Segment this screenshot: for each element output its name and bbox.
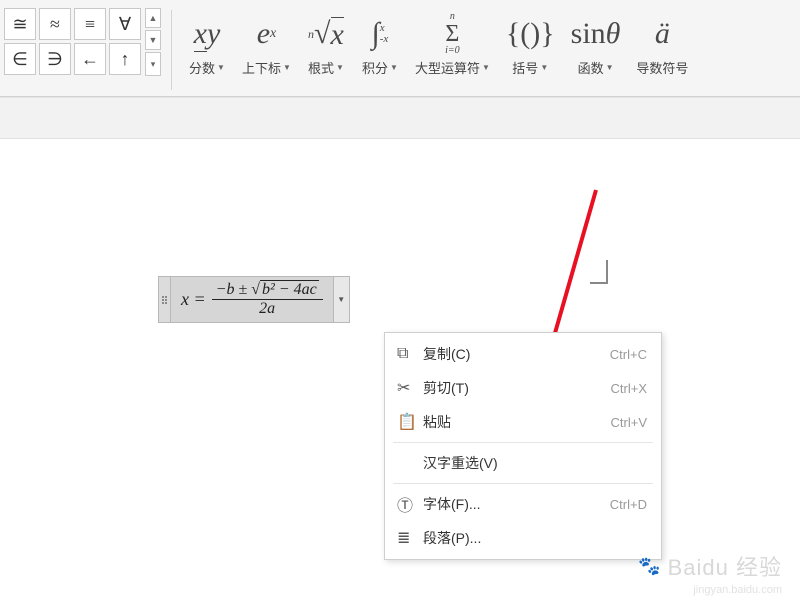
menu-separator [393, 442, 653, 443]
symbol-approx[interactable]: ≈ [39, 8, 71, 40]
integral-button[interactable]: ∫x-x 积分▼ [355, 8, 405, 92]
paragraph-icon: ≣ [397, 528, 423, 548]
symbol-element[interactable]: ∈ [4, 43, 36, 75]
scroll-down-icon[interactable]: ▼ [145, 30, 161, 50]
equation-options-dropdown[interactable]: ▼ [334, 276, 350, 323]
radical-button[interactable]: n√x 根式▼ [301, 8, 351, 92]
symbol-left-arrow[interactable]: ← [74, 43, 106, 75]
integral-label: 积分 [362, 58, 388, 77]
script-button[interactable]: ex 上下标▼ [236, 8, 297, 92]
chevron-down-icon: ▼ [336, 63, 344, 72]
font-icon: Ⓣ [397, 492, 423, 516]
symbol-up-arrow[interactable]: ↑ [109, 43, 141, 75]
chevron-down-icon: ▼ [390, 63, 398, 72]
cut-icon: ✂ [397, 378, 423, 398]
accent-label: 导数符号 [636, 58, 688, 77]
paste-icon: 📋 [397, 412, 423, 432]
paw-icon: 🐾 [638, 556, 661, 577]
fraction-button[interactable]: xy 分数▼ [182, 8, 232, 92]
fraction-icon: xy [194, 10, 221, 58]
chevron-down-icon: ▼ [482, 63, 490, 72]
text-cursor [590, 260, 608, 284]
equation-body[interactable]: x = −b ± b² − 4ac 2a [170, 276, 334, 323]
menu-paste-label: 粘贴 [423, 412, 611, 432]
scroll-more-icon[interactable]: ▾ [145, 52, 161, 76]
menu-paragraph-label: 段落(P)... [423, 528, 647, 548]
symbol-palette: ≅ ≈ ≡ ∀ ∈ ∋ ← ↑ [4, 8, 141, 92]
copy-icon: ⧉ [397, 345, 423, 363]
sqrt-icon [251, 281, 260, 298]
menu-cut[interactable]: ✂ 剪切(T) Ctrl+X [385, 371, 661, 405]
menu-separator [393, 483, 653, 484]
menu-font[interactable]: Ⓣ 字体(F)... Ctrl+D [385, 487, 661, 521]
radical-label: 根式 [308, 58, 334, 77]
menu-copy[interactable]: ⧉ 复制(C) Ctrl+C [385, 337, 661, 371]
equation-object[interactable]: x = −b ± b² − 4ac 2a ▼ [158, 276, 350, 323]
watermark-sub: jingyan.baidu.com [693, 584, 782, 596]
watermark: 🐾 Baidu 经验 jingyan.baidu.com [638, 550, 782, 582]
menu-reconvert[interactable]: 汉字重选(V) [385, 446, 661, 480]
menu-paste[interactable]: 📋 粘贴 Ctrl+V [385, 405, 661, 439]
menu-copy-shortcut: Ctrl+C [610, 347, 647, 362]
radical-icon: n√x [308, 10, 344, 58]
symbol-contains[interactable]: ∋ [39, 43, 71, 75]
scroll-up-icon[interactable]: ▲ [145, 8, 161, 28]
menu-copy-label: 复制(C) [423, 344, 610, 364]
fraction-label: 分数 [189, 58, 215, 77]
watermark-text: Baidu 经验 [668, 550, 782, 582]
chevron-down-icon: ▼ [540, 63, 548, 72]
menu-cut-shortcut: Ctrl+X [611, 381, 647, 396]
script-label: 上下标 [242, 58, 281, 77]
equation-lhs: x = [181, 289, 206, 310]
bracket-icon: {()} [506, 10, 555, 58]
ribbon: ≅ ≈ ≡ ∀ ∈ ∋ ← ↑ ▲ ▼ ▾ xy 分数▼ ex 上下标▼ n√x… [0, 0, 800, 97]
ribbon-buttons: xy 分数▼ ex 上下标▼ n√x 根式▼ ∫x-x 积分▼ nΣi=0 大型… [182, 8, 694, 92]
menu-cut-label: 剪切(T) [423, 378, 611, 398]
chevron-down-icon: ▼ [217, 63, 225, 72]
equation-move-handle[interactable] [158, 276, 170, 323]
integral-icon: ∫x-x [372, 10, 389, 58]
chevron-down-icon: ▼ [606, 63, 614, 72]
function-button[interactable]: sinθ 函数▼ [565, 8, 627, 92]
bracket-label: 括号 [512, 58, 538, 77]
menu-paragraph[interactable]: ≣ 段落(P)... [385, 521, 661, 555]
menu-paste-shortcut: Ctrl+V [611, 415, 647, 430]
large-operator-label: 大型运算符 [415, 58, 480, 77]
accent-button[interactable]: ä 导数符号 [630, 8, 694, 92]
menu-font-label: 字体(F)... [423, 494, 610, 514]
symbol-identical[interactable]: ≡ [74, 8, 106, 40]
symbol-forall[interactable]: ∀ [109, 8, 141, 40]
function-label: 函数 [578, 58, 604, 77]
large-operator-button[interactable]: nΣi=0 大型运算符▼ [409, 8, 496, 92]
script-icon: ex [257, 10, 277, 58]
ribbon-separator [171, 10, 172, 90]
menu-reconvert-label: 汉字重选(V) [423, 453, 647, 473]
function-icon: sinθ [571, 10, 621, 58]
bracket-button[interactable]: {()} 括号▼ [500, 8, 561, 92]
sigma-icon: nΣi=0 [445, 10, 460, 58]
context-menu: ⧉ 复制(C) Ctrl+C ✂ 剪切(T) Ctrl+X 📋 粘贴 Ctrl+… [384, 332, 662, 560]
accent-icon: ä [655, 10, 670, 58]
symbol-scroll: ▲ ▼ ▾ [145, 8, 161, 92]
equation-fraction: −b ± b² − 4ac 2a [212, 281, 323, 318]
menu-font-shortcut: Ctrl+D [610, 497, 647, 512]
chevron-down-icon: ▼ [283, 63, 291, 72]
symbol-congruent[interactable]: ≅ [4, 8, 36, 40]
